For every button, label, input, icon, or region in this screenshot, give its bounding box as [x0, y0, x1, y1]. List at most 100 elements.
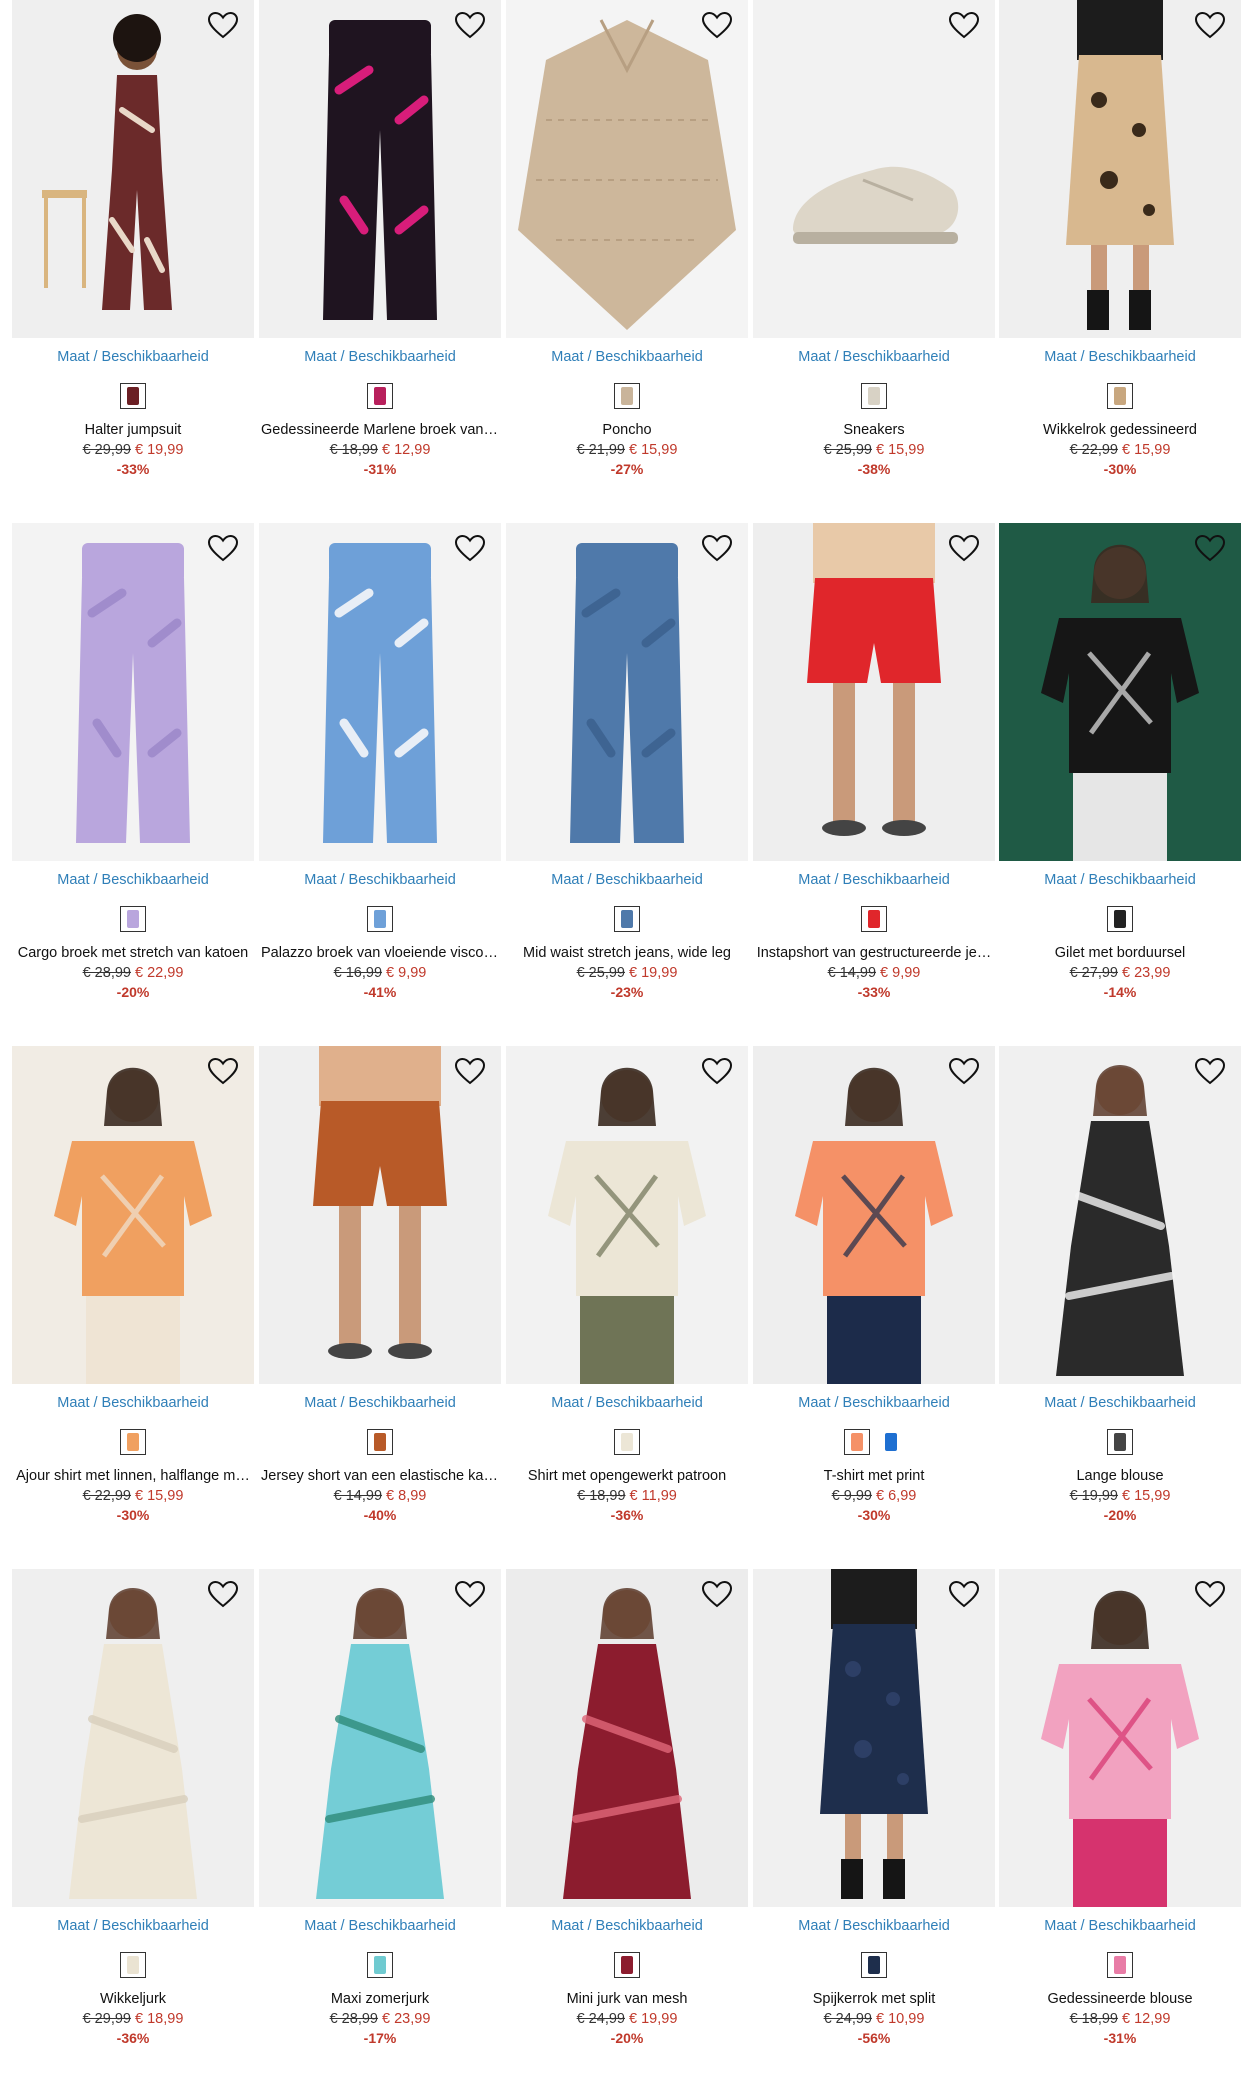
- heart-outline-icon[interactable]: [453, 10, 487, 40]
- color-swatch[interactable]: [120, 1952, 146, 1978]
- color-swatch[interactable]: [367, 1429, 393, 1455]
- product-title[interactable]: Wikkeljurk: [12, 1990, 254, 2009]
- size-availability-link[interactable]: Maat / Beschikbaarheid: [259, 871, 501, 889]
- color-swatch[interactable]: [120, 906, 146, 932]
- product-image[interactable]: [999, 1569, 1241, 1907]
- product-image[interactable]: [506, 0, 748, 338]
- product-card[interactable]: Maat / Beschikbaarheid Maxi zomerjurk € …: [259, 1569, 501, 2048]
- size-availability-link[interactable]: Maat / Beschikbaarheid: [259, 348, 501, 366]
- color-swatch[interactable]: [614, 1952, 640, 1978]
- product-image[interactable]: [12, 0, 254, 338]
- color-swatch[interactable]: [120, 383, 146, 409]
- product-card[interactable]: Maat / Beschikbaarheid Gedessineerde blo…: [999, 1569, 1241, 2048]
- color-swatch[interactable]: [1107, 383, 1133, 409]
- product-title[interactable]: Instapshort van gestructureerde je…: [753, 944, 995, 963]
- product-title[interactable]: Mini jurk van mesh: [506, 1990, 748, 2009]
- product-card[interactable]: Maat / Beschikbaarheid Gilet met borduur…: [999, 523, 1241, 1002]
- size-availability-link[interactable]: Maat / Beschikbaarheid: [259, 1917, 501, 1935]
- color-swatch[interactable]: [120, 1429, 146, 1455]
- heart-outline-icon[interactable]: [1193, 1056, 1227, 1086]
- product-image[interactable]: [259, 1569, 501, 1907]
- product-card[interactable]: Maat / Beschikbaarheid Palazzo broek van…: [259, 523, 501, 1002]
- product-card[interactable]: Maat / Beschikbaarheid Poncho € 21,99 € …: [506, 0, 748, 479]
- product-image[interactable]: [12, 523, 254, 861]
- product-title[interactable]: Gedessineerde blouse: [999, 1990, 1241, 2009]
- size-availability-link[interactable]: Maat / Beschikbaarheid: [12, 871, 254, 889]
- heart-outline-icon[interactable]: [206, 1056, 240, 1086]
- product-title[interactable]: Lange blouse: [999, 1467, 1241, 1486]
- color-swatch[interactable]: [878, 1429, 904, 1455]
- heart-outline-icon[interactable]: [206, 1579, 240, 1609]
- product-card[interactable]: Maat / Beschikbaarheid T-shirt met print…: [753, 1046, 995, 1525]
- size-availability-link[interactable]: Maat / Beschikbaarheid: [12, 348, 254, 366]
- product-image[interactable]: [259, 0, 501, 338]
- product-card[interactable]: Maat / Beschikbaarheid Gedessineerde Mar…: [259, 0, 501, 479]
- product-title[interactable]: Spijkerrok met split: [753, 1990, 995, 2009]
- product-image[interactable]: [506, 1046, 748, 1384]
- size-availability-link[interactable]: Maat / Beschikbaarheid: [506, 348, 748, 366]
- color-swatch[interactable]: [1107, 1952, 1133, 1978]
- size-availability-link[interactable]: Maat / Beschikbaarheid: [753, 1917, 995, 1935]
- product-image[interactable]: [506, 1569, 748, 1907]
- size-availability-link[interactable]: Maat / Beschikbaarheid: [999, 871, 1241, 889]
- heart-outline-icon[interactable]: [206, 10, 240, 40]
- size-availability-link[interactable]: Maat / Beschikbaarheid: [506, 1917, 748, 1935]
- color-swatch[interactable]: [614, 383, 640, 409]
- size-availability-link[interactable]: Maat / Beschikbaarheid: [753, 871, 995, 889]
- product-image[interactable]: [999, 1046, 1241, 1384]
- heart-outline-icon[interactable]: [700, 533, 734, 563]
- size-availability-link[interactable]: Maat / Beschikbaarheid: [999, 1917, 1241, 1935]
- product-card[interactable]: Maat / Beschikbaarheid Mid waist stretch…: [506, 523, 748, 1002]
- product-image[interactable]: [259, 523, 501, 861]
- product-card[interactable]: Maat / Beschikbaarheid Lange blouse € 19…: [999, 1046, 1241, 1525]
- product-title[interactable]: Halter jumpsuit: [12, 421, 254, 440]
- product-title[interactable]: Jersey short van een elastische kat…: [259, 1467, 501, 1486]
- product-title[interactable]: Poncho: [506, 421, 748, 440]
- heart-outline-icon[interactable]: [947, 10, 981, 40]
- size-availability-link[interactable]: Maat / Beschikbaarheid: [12, 1917, 254, 1935]
- product-title[interactable]: Maxi zomerjurk: [259, 1990, 501, 2009]
- product-title[interactable]: Mid waist stretch jeans, wide leg: [506, 944, 748, 963]
- product-image[interactable]: [753, 1569, 995, 1907]
- product-image[interactable]: [12, 1046, 254, 1384]
- size-availability-link[interactable]: Maat / Beschikbaarheid: [506, 871, 748, 889]
- heart-outline-icon[interactable]: [700, 1579, 734, 1609]
- product-image[interactable]: [999, 0, 1241, 338]
- color-swatch[interactable]: [614, 1429, 640, 1455]
- size-availability-link[interactable]: Maat / Beschikbaarheid: [506, 1394, 748, 1412]
- heart-outline-icon[interactable]: [453, 1056, 487, 1086]
- size-availability-link[interactable]: Maat / Beschikbaarheid: [259, 1394, 501, 1412]
- size-availability-link[interactable]: Maat / Beschikbaarheid: [999, 1394, 1241, 1412]
- heart-outline-icon[interactable]: [206, 533, 240, 563]
- product-image[interactable]: [12, 1569, 254, 1907]
- product-image[interactable]: [753, 523, 995, 861]
- product-title[interactable]: T-shirt met print: [753, 1467, 995, 1486]
- size-availability-link[interactable]: Maat / Beschikbaarheid: [753, 348, 995, 366]
- heart-outline-icon[interactable]: [453, 1579, 487, 1609]
- product-title[interactable]: Shirt met opengewerkt patroon: [506, 1467, 748, 1486]
- heart-outline-icon[interactable]: [947, 1056, 981, 1086]
- product-card[interactable]: Maat / Beschikbaarheid Wikkeljurk € 29,9…: [12, 1569, 254, 2048]
- product-card[interactable]: Maat / Beschikbaarheid Jersey short van …: [259, 1046, 501, 1525]
- heart-outline-icon[interactable]: [1193, 533, 1227, 563]
- heart-outline-icon[interactable]: [700, 10, 734, 40]
- color-swatch[interactable]: [367, 906, 393, 932]
- product-card[interactable]: Maat / Beschikbaarheid Halter jumpsuit €…: [12, 0, 254, 479]
- size-availability-link[interactable]: Maat / Beschikbaarheid: [999, 348, 1241, 366]
- heart-outline-icon[interactable]: [700, 1056, 734, 1086]
- product-image[interactable]: [506, 523, 748, 861]
- product-title[interactable]: Palazzo broek van vloeiende viscos…: [259, 944, 501, 963]
- product-image[interactable]: [999, 523, 1241, 861]
- heart-outline-icon[interactable]: [453, 533, 487, 563]
- product-card[interactable]: Maat / Beschikbaarheid Sneakers € 25,99 …: [753, 0, 995, 479]
- heart-outline-icon[interactable]: [947, 533, 981, 563]
- product-title[interactable]: Gilet met borduursel: [999, 944, 1241, 963]
- color-swatch[interactable]: [1107, 1429, 1133, 1455]
- product-image[interactable]: [753, 1046, 995, 1384]
- product-title[interactable]: Sneakers: [753, 421, 995, 440]
- product-card[interactable]: Maat / Beschikbaarheid Wikkelrok gedessi…: [999, 0, 1241, 479]
- product-card[interactable]: Maat / Beschikbaarheid Ajour shirt met l…: [12, 1046, 254, 1525]
- color-swatch[interactable]: [367, 1952, 393, 1978]
- product-card[interactable]: Maat / Beschikbaarheid Instapshort van g…: [753, 523, 995, 1002]
- product-image[interactable]: [259, 1046, 501, 1384]
